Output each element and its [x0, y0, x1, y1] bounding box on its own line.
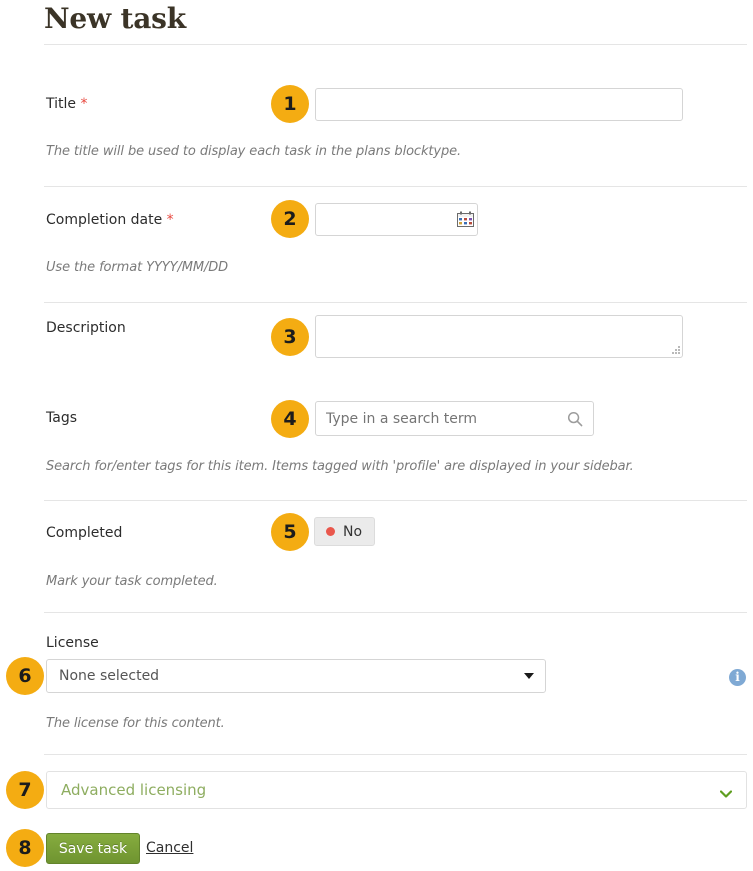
divider-completed [44, 612, 747, 613]
tags-label-text: Tags [46, 410, 77, 426]
completed-label: Completed [46, 525, 122, 541]
save-task-button-label: Save task [58, 840, 128, 857]
callout-badge-1: 1 [271, 85, 309, 123]
advanced-licensing-panel[interactable]: Advanced licensing [46, 771, 747, 809]
completed-label-text: Completed [46, 525, 123, 541]
title-label-text: Title [46, 96, 77, 112]
completion-date-help-text: Use the format YYYY/MM/DD [46, 260, 229, 275]
license-help-text: The license for this content. [46, 716, 225, 731]
completed-help-text: Mark your task completed. [46, 574, 218, 589]
license-selected-value: None selected [59, 668, 160, 684]
description-textarea[interactable] [315, 315, 683, 358]
tags-input[interactable] [315, 401, 594, 436]
license-label: License [46, 635, 99, 651]
completion-date-required-asterisk: * [166, 212, 174, 228]
chevron-down-icon [524, 673, 534, 679]
advanced-licensing-label: Advanced licensing [61, 781, 207, 799]
title-help-text: The title will be used to display each t… [46, 144, 462, 159]
callout-badge-3: 3 [271, 318, 309, 356]
license-label-text: License [46, 635, 99, 651]
title-required-asterisk: * [80, 96, 88, 112]
callout-badge-2: 2 [271, 200, 309, 238]
divider-license [44, 754, 747, 755]
completed-toggle[interactable]: No [314, 517, 375, 546]
divider-tags [44, 500, 747, 501]
completion-date-label-text: Completion date [46, 212, 163, 228]
info-icon[interactable]: i [729, 669, 746, 686]
license-select[interactable]: None selected [46, 659, 546, 693]
completed-toggle-label: No [343, 523, 363, 540]
divider-title-field [44, 186, 747, 187]
cancel-link[interactable]: Cancel [146, 840, 193, 856]
new-task-form-page: New task Title * The title will be used … [0, 0, 753, 871]
callout-badge-8: 8 [6, 829, 44, 867]
calendar-icon[interactable] [457, 211, 474, 227]
title-input[interactable] [315, 88, 683, 121]
chevron-down-icon [719, 786, 733, 798]
callout-badge-7: 7 [6, 771, 44, 809]
completed-status-dot [326, 527, 335, 536]
save-task-button[interactable]: Save task [46, 833, 140, 864]
tags-help-text: Search for/enter tags for this item. Ite… [46, 459, 634, 474]
search-icon[interactable] [567, 411, 583, 427]
completion-date-label: Completion date * [46, 212, 174, 228]
divider-title [44, 44, 747, 45]
callout-badge-4: 4 [271, 400, 309, 438]
completion-date-input[interactable] [315, 203, 478, 236]
callout-badge-5: 5 [271, 513, 309, 551]
title-label: Title * [46, 96, 87, 112]
page-title: New task [44, 2, 186, 35]
description-label-text: Description [46, 320, 126, 336]
divider-completion-date [44, 302, 747, 303]
callout-badge-6: 6 [6, 657, 44, 695]
tags-label: Tags [46, 410, 77, 426]
description-label: Description [46, 320, 126, 336]
